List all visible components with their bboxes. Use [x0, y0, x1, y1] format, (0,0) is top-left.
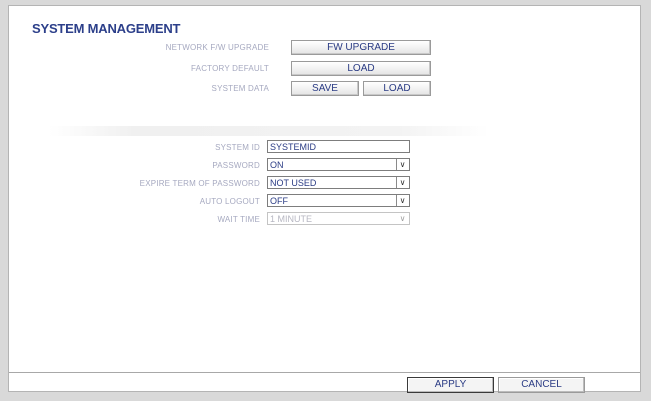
chevron-down-icon[interactable]: ∨	[396, 177, 408, 188]
wait-time-select: 1 MINUTE ∨	[267, 212, 410, 225]
page-title: SYSTEM MANAGEMENT	[32, 21, 181, 36]
system-data-label: SYSTEM DATA	[211, 84, 269, 93]
system-management-panel: SYSTEM MANAGEMENT NETWORK F/W UPGRADE FW…	[8, 5, 641, 393]
password-label: PASSWORD	[212, 161, 260, 170]
expire-term-select[interactable]: NOT USED ∨	[267, 176, 410, 189]
divider	[49, 126, 489, 136]
wait-time-select-value: 1 MINUTE	[270, 214, 313, 224]
auto-logout-select[interactable]: OFF ∨	[267, 194, 410, 207]
apply-button[interactable]: APPLY	[407, 377, 494, 393]
expire-term-select-value: NOT USED	[270, 178, 317, 188]
auto-logout-select-value: OFF	[270, 196, 288, 206]
factory-default-label: FACTORY DEFAULT	[191, 64, 269, 73]
system-data-save-button[interactable]: SAVE	[291, 81, 359, 96]
system-id-input[interactable]: SYSTEMID	[267, 140, 410, 153]
factory-default-load-button[interactable]: LOAD	[291, 61, 431, 76]
fw-upgrade-button[interactable]: FW UPGRADE	[291, 40, 431, 55]
chevron-down-icon: ∨	[397, 213, 408, 224]
system-id-label: SYSTEM ID	[215, 143, 260, 152]
chevron-down-icon[interactable]: ∨	[396, 159, 408, 170]
chevron-down-icon[interactable]: ∨	[396, 195, 408, 206]
auto-logout-label: AUTO LOGOUT	[199, 197, 260, 206]
network-fw-upgrade-label: NETWORK F/W UPGRADE	[165, 43, 269, 52]
password-select-value: ON	[270, 160, 284, 170]
expire-term-label: EXPIRE TERM OF PASSWORD	[139, 179, 260, 188]
system-data-load-button[interactable]: LOAD	[363, 81, 431, 96]
wait-time-label: WAIT TIME	[217, 215, 260, 224]
footer-divider	[9, 372, 640, 373]
cancel-button[interactable]: CANCEL	[498, 377, 585, 393]
password-select[interactable]: ON ∨	[267, 158, 410, 171]
